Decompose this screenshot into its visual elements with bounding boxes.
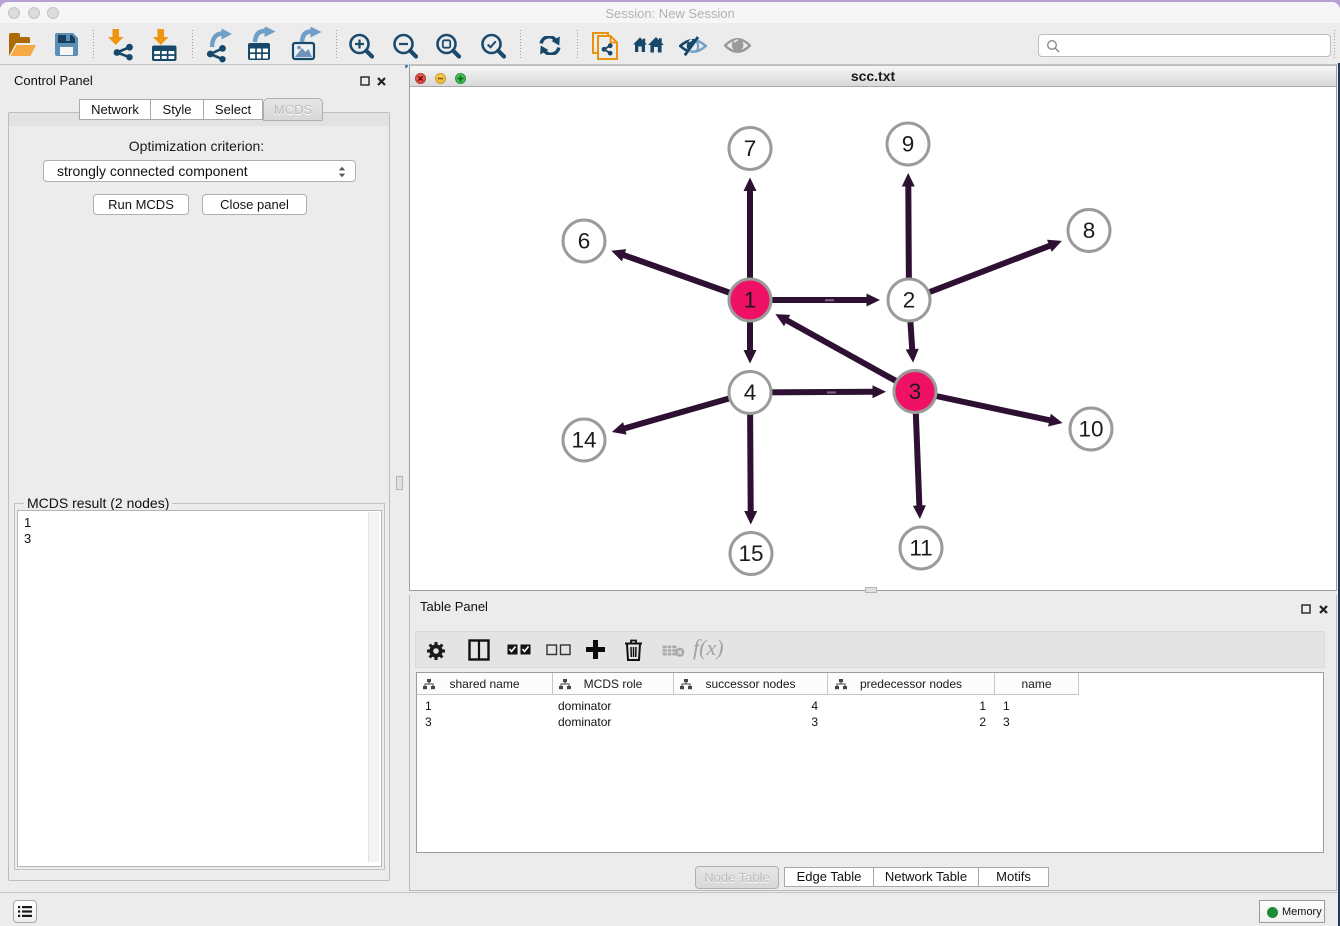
svg-text:11: 11 [909, 536, 932, 561]
svg-text:4: 4 [744, 380, 757, 405]
svg-text:9: 9 [902, 132, 915, 157]
svg-text:14: 14 [571, 428, 596, 453]
svg-text:6: 6 [578, 229, 591, 254]
svg-text:8: 8 [1083, 218, 1096, 243]
svg-text:10: 10 [1078, 417, 1103, 442]
svg-text:1: 1 [744, 288, 757, 313]
svg-text:15: 15 [738, 541, 763, 566]
svg-text:3: 3 [909, 379, 922, 404]
svg-text:2: 2 [903, 288, 916, 313]
svg-text:7: 7 [744, 136, 757, 161]
